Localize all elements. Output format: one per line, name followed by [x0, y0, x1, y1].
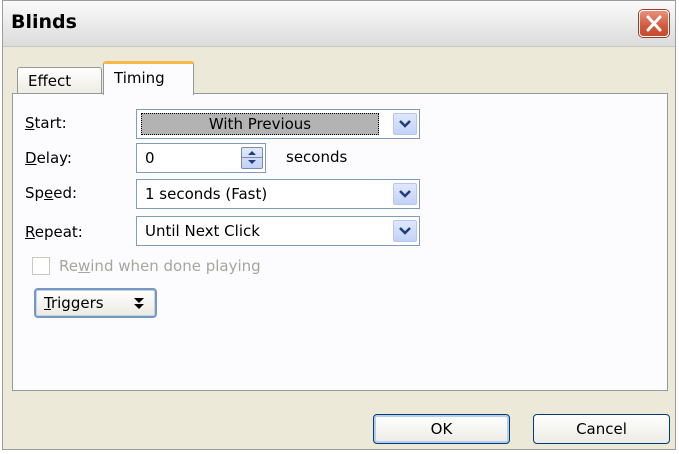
repeat-dropdown-button[interactable] [393, 220, 417, 242]
start-dropdown-button[interactable] [393, 113, 417, 135]
close-button[interactable] [639, 10, 669, 37]
speed-label: Speed: [25, 184, 78, 202]
start-selected-value: With Previous [141, 113, 379, 135]
tab-timing[interactable]: Timing [103, 61, 194, 95]
speed-value: 1 seconds (Fast) [145, 185, 268, 203]
triggers-button[interactable]: Triggers [34, 288, 157, 318]
start-label: Start: [25, 114, 67, 132]
double-chevron-down-icon [134, 298, 144, 309]
blinds-dialog: Blinds Effect Timing Start: With Previou… [2, 0, 676, 450]
rewind-checkbox[interactable] [32, 257, 50, 275]
repeat-dropdown[interactable]: Until Next Click [136, 216, 420, 246]
spin-down-icon[interactable] [247, 159, 257, 165]
chevron-down-icon [399, 120, 411, 128]
speed-dropdown[interactable]: 1 seconds (Fast) [136, 179, 420, 209]
repeat-label: Repeat: [25, 223, 83, 241]
chevron-down-icon [399, 190, 411, 198]
delay-label: Delay: [25, 149, 72, 167]
start-dropdown[interactable]: With Previous [136, 109, 420, 139]
repeat-value: Until Next Click [145, 222, 260, 240]
rewind-label: Rewind when done playing [59, 257, 261, 275]
delay-input[interactable]: 0 [136, 143, 266, 173]
chevron-down-icon [399, 227, 411, 235]
delay-unit: seconds [286, 148, 348, 166]
cancel-button[interactable]: Cancel [533, 414, 670, 444]
window-title: Blinds [11, 11, 77, 33]
ok-button[interactable]: OK [373, 414, 510, 444]
spin-up-icon[interactable] [247, 150, 257, 156]
delay-spinner[interactable] [241, 147, 263, 169]
triggers-label: Triggers [44, 294, 104, 312]
title-bar[interactable]: Blinds [3, 1, 675, 47]
close-icon [646, 15, 662, 32]
tab-effect[interactable]: Effect [17, 67, 102, 94]
speed-dropdown-button[interactable] [393, 183, 417, 205]
delay-value: 0 [145, 149, 155, 167]
